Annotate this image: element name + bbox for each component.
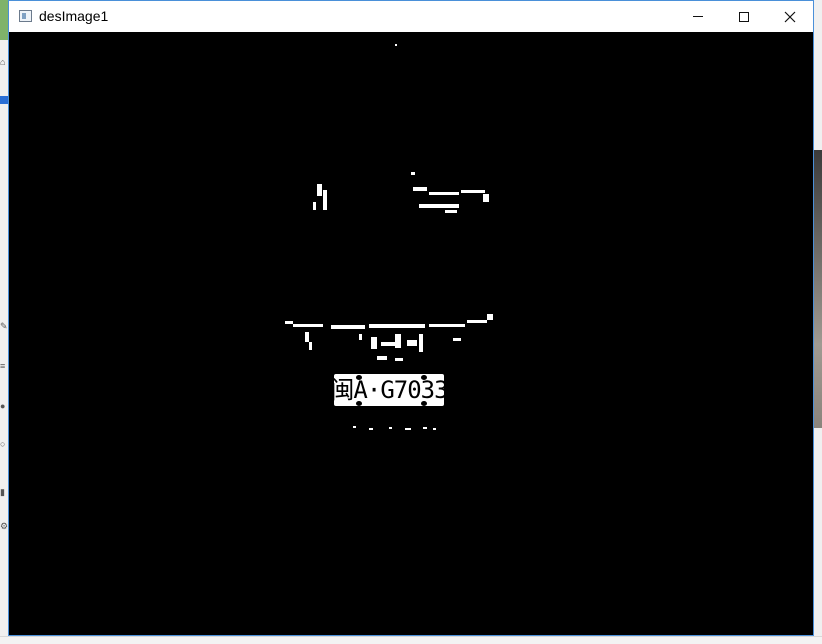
image-speck: [285, 321, 293, 324]
image-speck: [369, 428, 373, 430]
maximize-button[interactable]: [721, 1, 767, 32]
close-icon: [784, 11, 796, 22]
image-speck: [429, 324, 465, 327]
binary-image-canvas: 闽A·G7033: [9, 32, 813, 635]
minimize-button[interactable]: [675, 1, 721, 32]
maximize-icon: [739, 11, 749, 22]
image-speck: [413, 187, 427, 191]
image-speck: [395, 358, 403, 361]
image-speck: [445, 210, 457, 213]
image-speck: [453, 338, 461, 341]
plate-bolt: [356, 401, 362, 406]
background-photo-thumbnail: [814, 150, 822, 428]
image-speck: [359, 334, 362, 340]
image-speck: [381, 342, 395, 346]
window-title: desImage1: [39, 8, 109, 24]
image-speck: [423, 427, 427, 429]
image-speck: [487, 314, 493, 320]
image-speck: [419, 204, 459, 208]
image-speck: [429, 192, 459, 195]
background-app-right-edge: [814, 0, 822, 643]
image-speck: [395, 334, 401, 348]
license-plate-text: 闽A·G7033: [330, 376, 448, 404]
plate-bolt: [421, 401, 427, 406]
image-speck: [433, 428, 436, 430]
image-speck: [323, 190, 327, 210]
image-speck: [483, 194, 489, 202]
image-speck: [353, 426, 356, 428]
image-speck: [467, 320, 487, 323]
image-speck: [371, 337, 377, 349]
image-speck: [419, 334, 423, 352]
image-speck: [293, 324, 323, 327]
window-app-icon: [19, 10, 32, 22]
plate-bolt: [421, 375, 427, 380]
image-speck: [317, 184, 322, 196]
plate-bolt: [356, 375, 362, 380]
image-speck: [309, 342, 312, 350]
image-speck: [411, 172, 415, 175]
close-button[interactable]: [767, 1, 813, 32]
image-speck: [461, 190, 485, 193]
image-speck: [377, 356, 387, 360]
image-speck: [389, 427, 392, 429]
image-window: desImage1 闽A·G7033: [8, 0, 814, 636]
minimize-icon: [693, 16, 703, 17]
image-speck: [369, 324, 425, 328]
title-bar[interactable]: desImage1: [9, 1, 813, 32]
image-speck: [405, 428, 411, 430]
image-speck: [313, 202, 316, 210]
license-plate: 闽A·G7033: [330, 374, 449, 406]
image-speck: [331, 325, 365, 329]
image-speck: [305, 332, 309, 342]
image-speck: [407, 340, 417, 346]
image-speck: [395, 44, 397, 46]
